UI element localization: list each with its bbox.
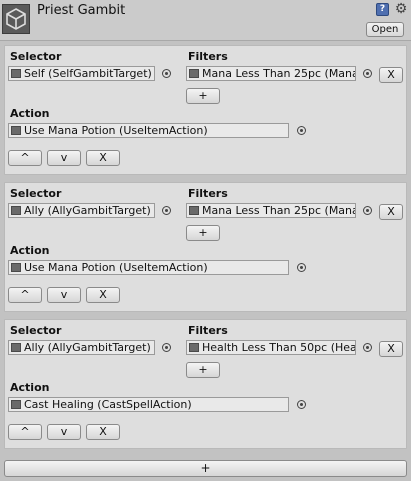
- open-button[interactable]: Open: [366, 22, 404, 37]
- move-down-button[interactable]: v: [47, 150, 81, 166]
- filters-label: Filters: [188, 324, 228, 337]
- action-label: Action: [10, 107, 50, 120]
- action-value: Use Mana Potion (UseItemAction): [24, 124, 208, 137]
- filter-field[interactable]: Health Less Than 50pc (HealthLessThan): [186, 340, 356, 355]
- action-field[interactable]: Cast Healing (CastSpellAction): [8, 397, 289, 412]
- remove-filter-button[interactable]: X: [379, 341, 403, 357]
- action-label: Action: [10, 244, 50, 257]
- selector-value: Ally (AllyGambitTarget): [24, 341, 151, 354]
- selector-value: Ally (AllyGambitTarget): [24, 204, 151, 217]
- selector-label: Selector: [10, 50, 62, 63]
- remove-gambit-button[interactable]: X: [86, 287, 120, 303]
- remove-filter-button[interactable]: X: [379, 67, 403, 83]
- move-up-button[interactable]: ^: [8, 150, 42, 166]
- selector-label: Selector: [10, 187, 62, 200]
- move-down-button[interactable]: v: [47, 287, 81, 303]
- object-picker-icon[interactable]: [162, 69, 171, 78]
- action-value: Cast Healing (CastSpellAction): [24, 398, 192, 411]
- remove-gambit-button[interactable]: X: [86, 424, 120, 440]
- filters-label: Filters: [188, 187, 228, 200]
- filter-field[interactable]: Mana Less Than 25pc (ManaLessThan): [186, 66, 356, 81]
- help-icon[interactable]: ?: [376, 3, 389, 16]
- add-filter-button[interactable]: +: [186, 362, 220, 378]
- gambit-panel: Selector Filters Self (SelfGambitTarget)…: [4, 45, 407, 175]
- selector-field[interactable]: Ally (AllyGambitTarget): [8, 340, 155, 355]
- scriptable-object-icon: [11, 126, 21, 135]
- action-value: Use Mana Potion (UseItemAction): [24, 261, 208, 274]
- remove-gambit-button[interactable]: X: [86, 150, 120, 166]
- unity-logo-icon: [2, 4, 30, 34]
- asset-title: Priest Gambit: [37, 3, 126, 18]
- move-up-button[interactable]: ^: [8, 424, 42, 440]
- scriptable-object-icon: [189, 206, 199, 215]
- object-picker-icon[interactable]: [363, 206, 372, 215]
- scriptable-object-icon: [11, 206, 21, 215]
- scriptable-object-icon: [11, 69, 21, 78]
- filter-value: Health Less Than 50pc (HealthLessThan): [202, 341, 356, 354]
- add-filter-button[interactable]: +: [186, 225, 220, 241]
- object-picker-icon[interactable]: [162, 206, 171, 215]
- gear-icon[interactable]: ⚙: [393, 1, 409, 17]
- object-picker-icon[interactable]: [363, 343, 372, 352]
- action-label: Action: [10, 381, 50, 394]
- filter-value: Mana Less Than 25pc (ManaLessThan): [202, 67, 355, 80]
- action-field[interactable]: Use Mana Potion (UseItemAction): [8, 123, 289, 138]
- selector-label: Selector: [10, 324, 62, 337]
- scriptable-object-icon: [11, 263, 21, 272]
- move-up-button[interactable]: ^: [8, 287, 42, 303]
- object-picker-icon[interactable]: [297, 263, 306, 272]
- scriptable-object-icon: [189, 69, 199, 78]
- filters-label: Filters: [188, 50, 228, 63]
- filter-field[interactable]: Mana Less Than 25pc (ManaLessThan): [186, 203, 356, 218]
- selector-value: Self (SelfGambitTarget): [24, 67, 152, 80]
- scriptable-object-icon: [189, 343, 199, 352]
- filter-value: Mana Less Than 25pc (ManaLessThan): [202, 204, 355, 217]
- object-picker-icon[interactable]: [162, 343, 171, 352]
- scriptable-object-icon: [11, 400, 21, 409]
- object-picker-icon[interactable]: [297, 126, 306, 135]
- gambit-panel: Selector Filters Ally (AllyGambitTarget)…: [4, 182, 407, 312]
- add-filter-button[interactable]: +: [186, 88, 220, 104]
- scriptable-object-icon: [11, 343, 21, 352]
- move-down-button[interactable]: v: [47, 424, 81, 440]
- object-picker-icon[interactable]: [363, 69, 372, 78]
- remove-filter-button[interactable]: X: [379, 204, 403, 220]
- gambit-panel: Selector Filters Ally (AllyGambitTarget)…: [4, 319, 407, 449]
- selector-field[interactable]: Self (SelfGambitTarget): [8, 66, 155, 81]
- selector-field[interactable]: Ally (AllyGambitTarget): [8, 203, 155, 218]
- action-field[interactable]: Use Mana Potion (UseItemAction): [8, 260, 289, 275]
- add-gambit-button[interactable]: +: [4, 460, 407, 477]
- object-picker-icon[interactable]: [297, 400, 306, 409]
- inspector-header: Priest Gambit ? ⚙ Open: [0, 0, 411, 41]
